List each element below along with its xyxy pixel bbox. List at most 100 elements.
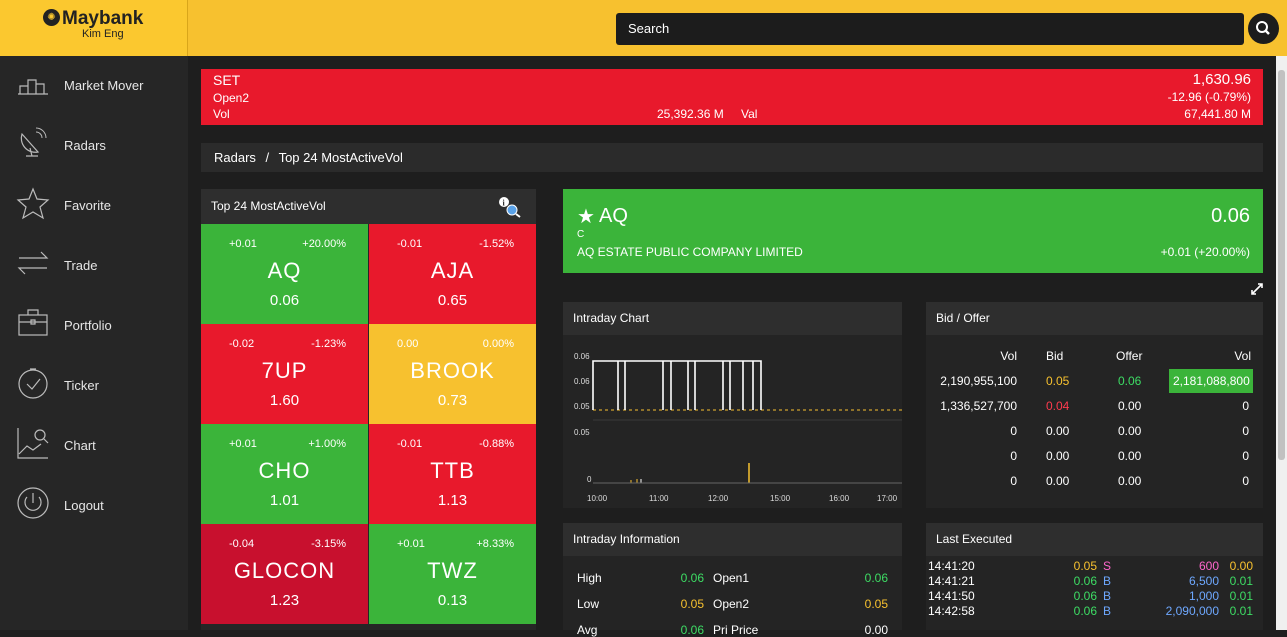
radar-tile[interactable]: -0.04 -3.15% GLOCON 1.23 [201,524,368,624]
offer-volume: 0 [1242,474,1249,488]
trade-change: 0.01 [1229,589,1253,603]
brand-logo[interactable]: ✺ Maybank Kim Eng [0,0,188,56]
sidebar-item-favorite[interactable]: Favorite [0,178,188,234]
info-label: Open2 [713,597,750,611]
y-tick-label: 0.05 [574,402,590,411]
trade-time: 14:42:58 [928,604,975,618]
offer-volume: 0 [1242,424,1249,438]
top-bar: ✺ Maybank Kim Eng Search [0,0,1287,56]
offer-price[interactable]: 0.00 [1118,399,1141,413]
tile-symbol: TTB [430,458,475,483]
trade-change: 0.01 [1229,574,1253,588]
radar-tile[interactable]: -0.02 -1.23% 7UP 1.60 [201,324,368,424]
tile-price: 1.60 [269,392,300,409]
info-value: 0.06 [864,571,888,585]
breadcrumb: Radars / Top 24 MostActiveVol [201,143,1263,172]
expand-icon[interactable] [1250,282,1264,296]
market-index-bar[interactable]: SET Open2 Vol 25,392.36 M Val 1,630.96 -… [201,69,1263,125]
sidebar-item-label: Ticker [64,378,99,393]
sidebar-item-logout[interactable]: Logout [0,478,188,534]
bid-price[interactable]: 0.04 [1046,399,1069,413]
sidebar-item-radars[interactable]: Radars [0,118,188,174]
bid-offer-panel: Bid / Offer Vol Bid Offer Vol 2,190,955,… [926,302,1263,508]
trade-price: 0.06 [1073,589,1097,603]
bid-volume: 0 [1010,424,1017,438]
trade-time: 14:41:50 [928,589,975,603]
info-value: 0.05 [680,597,704,611]
offer-price[interactable]: 0.00 [1118,424,1141,438]
tile-percent: +8.33% [476,538,514,550]
radar-tile[interactable]: 0.00 0.00% BROOK 0.73 [369,324,536,424]
sidebar-item-chart[interactable]: Chart [0,418,188,474]
search-input[interactable]: Search [616,13,1244,45]
index-val-value: 67,441.80 M [1184,107,1251,121]
search-icon [1256,21,1270,35]
bid-price[interactable]: 0.00 [1046,474,1069,488]
x-tick-label: 10:00 [587,494,608,503]
brand-sub: Kim Eng [82,28,124,40]
info-search-icon[interactable]: i [498,196,522,218]
offer-price[interactable]: 0.06 [1118,374,1141,388]
vol-tick-label: 0 [587,475,592,484]
tile-change: -0.04 [229,538,255,550]
offer-header: Offer [1116,349,1143,363]
index-session: Open2 [213,91,250,105]
stock-card[interactable]: ★ AQ C AQ ESTATE PUBLIC COMPANY LIMITED … [563,189,1263,273]
radar-title: Top 24 MostActiveVol [211,199,326,213]
x-tick-label: 11:00 [649,494,669,503]
trade-side: S [1103,559,1112,573]
y-tick-label: 0.06 [574,377,590,386]
ticker-clock-icon [18,368,48,399]
intraday-chart[interactable]: 0.06 0.06 0.05 0.05 0 10:00 11:00 12:00 … [563,335,902,508]
tile-change: +0.01 [229,438,257,450]
tile-change: 0.00 [397,338,419,350]
favorite-star-icon[interactable]: ★ [577,204,595,229]
bid-price[interactable]: 0.00 [1046,449,1069,463]
sidebar-item-market-mover[interactable]: Market Mover [0,58,188,114]
tile-change: -0.01 [397,238,423,250]
trade-change: 0.01 [1229,604,1253,618]
radar-panel: Top 24 MostActiveVol i +0.01 +20.00% AQ 0.0… [201,189,536,630]
bid-price[interactable]: 0.00 [1046,424,1069,438]
sidebar: Market Mover Radars Favorite Trade Portf… [0,56,188,630]
radar-tile[interactable]: -0.01 -1.52% AJA 0.65 [369,224,536,324]
bid-volume: 0 [1010,474,1017,488]
trade-side: B [1103,589,1112,603]
tile-symbol: TWZ [427,558,478,583]
index-vol-label: Vol [213,107,230,121]
sidebar-item-portfolio[interactable]: Portfolio [0,298,188,354]
search-button[interactable] [1248,13,1279,44]
offer-volume: 0 [1242,449,1249,463]
index-change: -12.96 (-0.79%) [1167,90,1251,104]
sidebar-item-label: Portfolio [64,318,112,333]
trade-side: B [1103,604,1112,618]
sidebar-item-label: Radars [64,138,106,153]
tile-symbol: BROOK [410,358,495,383]
radar-header: Top 24 MostActiveVol i [201,189,536,224]
sidebar-item-ticker[interactable]: Ticker [0,358,188,414]
stock-flag: C [577,229,585,240]
info-label: Pri Price [713,623,759,637]
offer-price[interactable]: 0.00 [1118,449,1141,463]
info-value: 0.06 [680,571,704,585]
sidebar-item-trade[interactable]: Trade [0,238,188,294]
tile-symbol: 7UP [261,358,308,383]
trade-arrows-icon [17,251,49,275]
power-icon [17,487,49,519]
offer-price[interactable]: 0.00 [1118,474,1141,488]
tile-percent: -0.88% [479,438,514,450]
radar-tile[interactable]: +0.01 +1.00% CHO 1.01 [201,424,368,524]
breadcrumb-separator: / [265,150,270,165]
bid-price[interactable]: 0.05 [1046,374,1069,388]
radar-tile[interactable]: -0.01 -0.88% TTB 1.13 [369,424,536,524]
radar-tile[interactable]: +0.01 +20.00% AQ 0.06 [201,224,368,324]
trade-volume: 1,000 [1188,589,1219,603]
radar-tile[interactable]: +0.01 +8.33% TWZ 0.13 [369,524,536,624]
breadcrumb-root[interactable]: Radars [214,150,256,165]
star-icon [16,187,50,220]
briefcase-icon [18,309,48,336]
scrollbar-thumb[interactable] [1278,70,1285,460]
tile-change: -0.02 [229,338,255,350]
scrollbar[interactable] [1276,56,1287,630]
stock-change: +0.01 (+20.00%) [1160,245,1250,259]
